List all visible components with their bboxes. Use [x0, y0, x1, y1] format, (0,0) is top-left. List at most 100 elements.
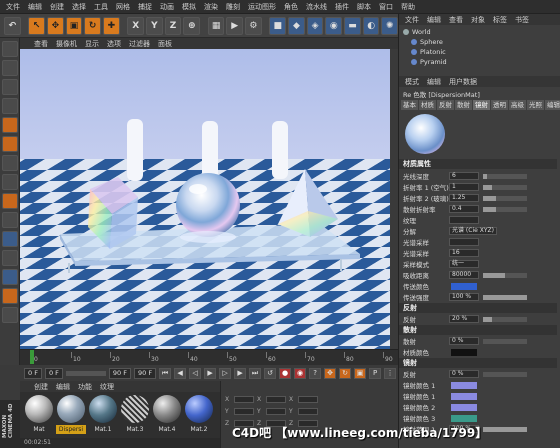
object-row[interactable]: Sphere — [411, 37, 443, 47]
menu-item[interactable]: 流水线 — [306, 2, 327, 12]
property-slider[interactable] — [483, 195, 527, 201]
record-icon[interactable]: ● — [279, 367, 292, 379]
render-view-icon[interactable]: ▶ — [226, 16, 244, 35]
tab-3[interactable]: 散射 — [455, 100, 472, 110]
material-preview[interactable] — [405, 114, 445, 154]
next-key-icon[interactable]: ▶ — [234, 367, 247, 379]
menu-item[interactable]: 帮助 — [401, 2, 415, 12]
light-icon[interactable]: ✺ — [381, 16, 399, 35]
attribute-menu-item[interactable]: 模式 — [405, 77, 419, 87]
property-slider[interactable] — [483, 338, 527, 344]
play-icon[interactable]: ▶ — [204, 367, 217, 379]
property-value[interactable]: 0 % — [449, 370, 479, 378]
property-value[interactable]: 80000 — [449, 271, 479, 279]
edges-mode-icon[interactable] — [2, 136, 18, 152]
sculpt-icon[interactable] — [2, 269, 18, 285]
color-swatch[interactable] — [451, 414, 477, 422]
floor-icon[interactable]: ▬ — [344, 16, 361, 35]
color-swatch[interactable] — [451, 392, 477, 400]
material-swatch[interactable]: Dispersi — [56, 395, 86, 438]
tab-2[interactable]: 反射 — [437, 100, 454, 110]
object-menu-item[interactable]: 文件 — [405, 15, 419, 25]
viewport-menu-item[interactable]: 选项 — [107, 39, 121, 49]
material-menu-item[interactable]: 功能 — [78, 382, 92, 392]
property-value[interactable]: 1 — [449, 183, 479, 191]
attribute-menu-item[interactable]: 编辑 — [427, 77, 441, 87]
keyframe-icon[interactable]: ? — [309, 367, 322, 379]
magnet-icon[interactable] — [2, 231, 18, 247]
select-arrow-icon[interactable]: ↖ — [28, 16, 46, 35]
loop-icon[interactable]: ↺ — [264, 367, 277, 379]
coordinate-field[interactable] — [266, 396, 286, 403]
deformer-icon[interactable]: ◉ — [325, 16, 343, 35]
max-frame-field[interactable]: 90 F — [108, 367, 131, 379]
key-rotation-icon[interactable]: ↻ — [339, 367, 352, 379]
object-menu-item[interactable]: 查看 — [449, 15, 463, 25]
y-axis-icon[interactable]: Y — [146, 16, 163, 35]
viewport-menu-item[interactable]: 显示 — [85, 39, 99, 49]
menu-item[interactable]: 选择 — [72, 2, 86, 12]
property-value[interactable] — [449, 216, 479, 224]
perspective-viewport[interactable] — [20, 49, 390, 349]
range-slider[interactable] — [65, 370, 106, 376]
add-icon[interactable]: ✚ — [103, 16, 120, 35]
property-value[interactable]: 1.25 — [449, 194, 479, 202]
start-frame-field[interactable]: 0 F — [24, 367, 42, 379]
material-swatch[interactable]: Mat.1 — [88, 395, 118, 438]
material-swatch[interactable]: Mat.3 — [120, 395, 150, 438]
menu-item[interactable]: 雕刻 — [226, 2, 240, 12]
x-axis-icon[interactable]: X — [127, 16, 145, 35]
grid-icon[interactable] — [2, 307, 18, 323]
menu-item[interactable]: 插件 — [335, 2, 349, 12]
menu-item[interactable]: 脚本 — [357, 2, 371, 12]
material-swatch[interactable]: Mat.2 — [184, 395, 214, 438]
rotate-icon[interactable]: ↻ — [84, 16, 102, 35]
viewport-menu-item[interactable]: 查看 — [34, 39, 48, 49]
key-pla-icon[interactable]: ⋮ — [384, 367, 397, 379]
key-scale-icon[interactable]: ▣ — [354, 367, 367, 379]
property-value[interactable]: 100 % — [449, 293, 479, 301]
viewport-menu-item[interactable]: 摄像机 — [56, 39, 77, 49]
menu-item[interactable]: 工具 — [94, 2, 108, 12]
lock-icon[interactable] — [2, 250, 18, 266]
menu-item[interactable]: 创建 — [50, 2, 64, 12]
property-slider[interactable] — [483, 206, 527, 212]
key-position-icon[interactable]: ✥ — [324, 367, 337, 379]
menu-item[interactable]: 渲染 — [204, 2, 218, 12]
workplane-icon[interactable] — [2, 98, 18, 114]
property-slider[interactable] — [483, 316, 527, 322]
next-frame-icon[interactable]: ▷ — [219, 367, 232, 379]
property-slider[interactable] — [483, 272, 527, 278]
end-frame-field[interactable]: 90 F — [133, 367, 157, 379]
property-value[interactable]: 16 — [449, 249, 479, 257]
property-slider[interactable] — [483, 294, 527, 300]
render-settings-icon[interactable]: ⚙ — [245, 16, 262, 35]
scale-icon[interactable]: ▣ — [65, 16, 83, 35]
object-row[interactable]: World — [403, 27, 431, 37]
menu-item[interactable]: 角色 — [284, 2, 298, 12]
property-slider[interactable] — [483, 173, 527, 179]
autokey-icon[interactable]: ◉ — [294, 367, 307, 379]
material-menu-item[interactable]: 创建 — [34, 382, 48, 392]
prev-frame-icon[interactable]: ◁ — [189, 367, 202, 379]
property-value[interactable]: 6 — [449, 172, 479, 180]
cube-icon[interactable]: ■ — [269, 16, 287, 35]
tab-7[interactable]: 光照 — [527, 100, 544, 110]
color-swatch[interactable] — [451, 282, 477, 290]
coordinate-field[interactable] — [298, 408, 318, 415]
menu-item[interactable]: 捕捉 — [138, 2, 152, 12]
camera-icon[interactable]: ◐ — [362, 16, 380, 35]
tab-5[interactable]: 透明 — [491, 100, 508, 110]
material-menu-item[interactable]: 纹理 — [100, 382, 114, 392]
array-icon[interactable]: ◈ — [306, 16, 324, 35]
go-start-icon[interactable]: ⏮ — [159, 367, 172, 379]
nurbs-icon[interactable]: ◆ — [288, 16, 305, 35]
property-slider[interactable] — [483, 184, 527, 190]
tweak-icon[interactable] — [2, 193, 18, 209]
tab-8[interactable]: 编辑 — [545, 100, 560, 110]
coordinate-field[interactable] — [266, 408, 286, 415]
menu-item[interactable]: 网格 — [116, 2, 130, 12]
menu-item[interactable]: 编辑 — [28, 2, 42, 12]
coordinate-system-icon[interactable]: ⊕ — [183, 16, 201, 35]
undo-icon[interactable]: ↶ — [4, 16, 21, 35]
